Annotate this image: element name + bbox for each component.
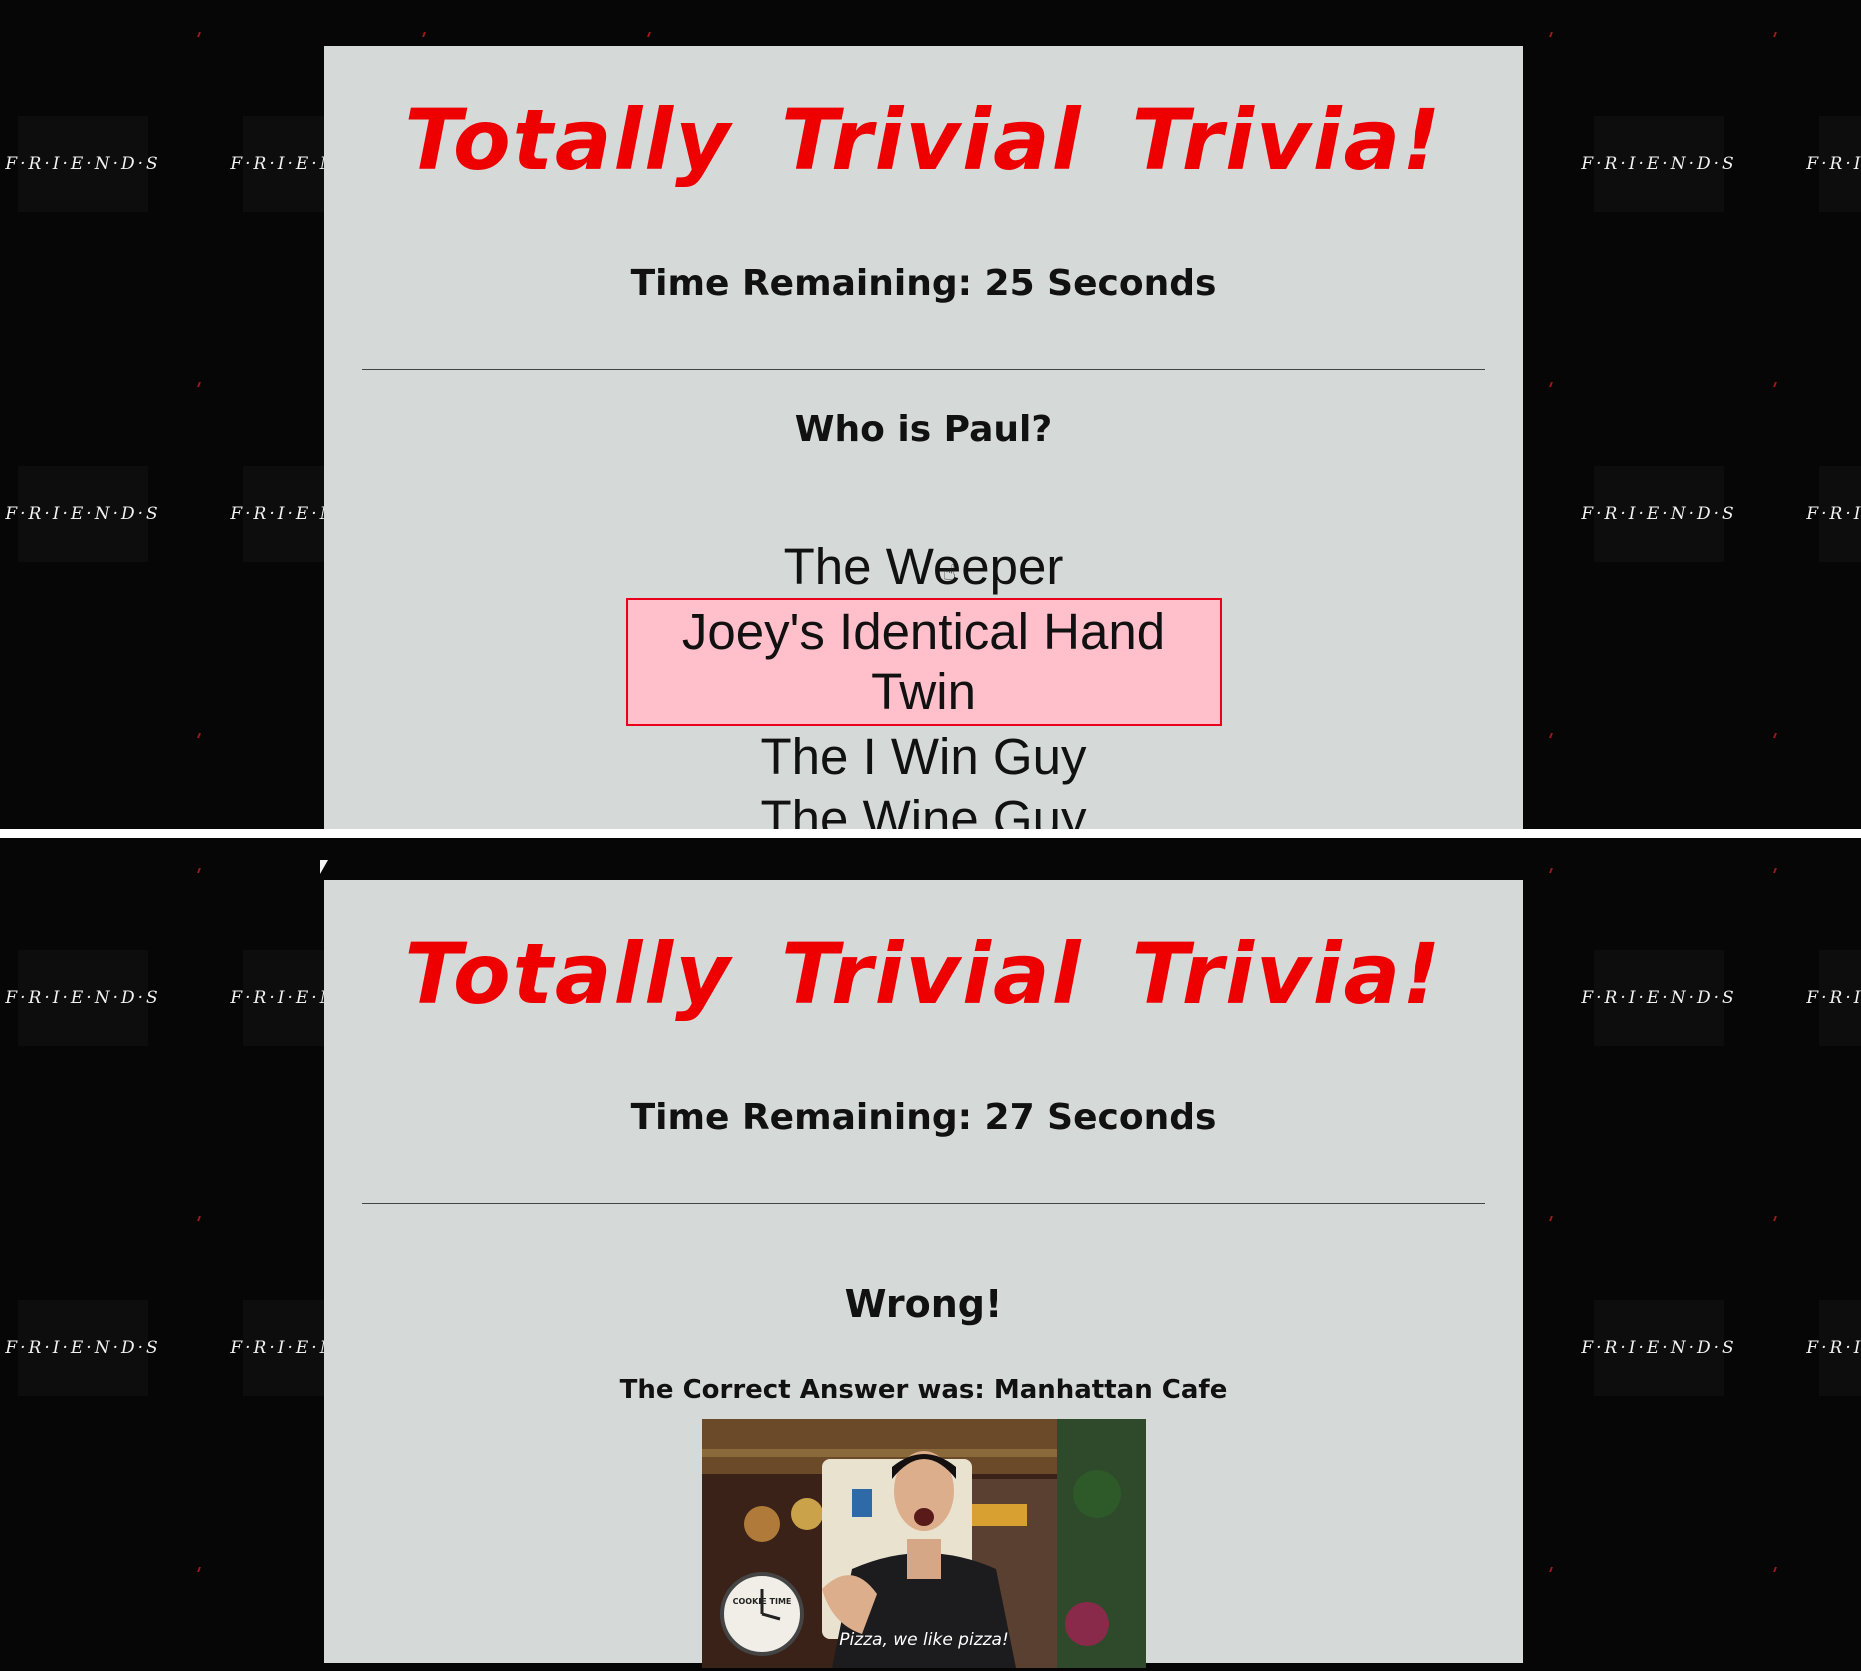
friends-logo-text: F·R·I·E·N·D·S	[1581, 154, 1737, 174]
divider	[362, 1203, 1485, 1204]
friends-logo-text: F·R·I·E·N·D·S	[5, 504, 161, 524]
friends-logo: F·R·I·E·N·D·S	[5, 1300, 158, 1396]
friends-logo-text: F·R·I·E·N·D·S	[1806, 988, 1861, 1008]
friends-logo-text: F·R·I·E·N·D·S	[1581, 1338, 1737, 1358]
logo-dot	[1549, 1216, 1553, 1221]
logo-dot	[1549, 382, 1553, 387]
game-title: Totally Trivial Trivia!	[404, 925, 1443, 1023]
game-title: Totally Trivial Trivia!	[404, 91, 1443, 189]
friends-logo: F·R·I·E·N·D·S	[1581, 950, 1734, 1046]
hand-cursor-icon: ☝	[943, 561, 957, 586]
result-heading: Wrong!	[844, 1282, 1003, 1326]
logo-dot	[422, 32, 426, 37]
friends-logo: F·R·I·E·N·D·S	[5, 950, 158, 1046]
question-text: Who is Paul?	[794, 409, 1053, 450]
logo-dot	[197, 382, 201, 387]
answer-option-hovered[interactable]: Joey's Identical Hand Twin	[625, 598, 1222, 726]
friends-logo: F·R·I·E·N·D·S	[1806, 1300, 1861, 1396]
logo-dot	[1773, 1216, 1777, 1221]
time-remaining: Time Remaining: 27 Seconds	[630, 1097, 1217, 1138]
friends-logo: F·R·I·E·N·D·S	[1806, 466, 1861, 562]
friends-logo-text: F·R·I·E·N·D·S	[5, 988, 161, 1008]
correct-answer-text: The Correct Answer was: Manhattan Cafe	[619, 1375, 1228, 1405]
friends-logo: F·R·I·E·N·D·S	[5, 466, 158, 562]
friends-logo: F·R·I·E·N·D·S	[1806, 116, 1861, 212]
arrow-cursor-icon	[320, 860, 328, 874]
friends-logo: F·R·I·E·N·D·S	[1581, 116, 1734, 212]
answer-option[interactable]: The Wine Guy	[626, 788, 1222, 829]
clock-label: COOKIE TIME	[732, 1597, 792, 1606]
time-remaining: Time Remaining: 25 Seconds	[630, 263, 1217, 304]
gif-caption: Pizza, we like pizza!	[839, 1630, 1009, 1650]
logo-dot	[197, 733, 201, 738]
trivia-panel: Totally Trivial Trivia! Time Remaining: …	[324, 46, 1523, 829]
logo-dot	[1773, 868, 1777, 873]
logo-dot	[1549, 733, 1553, 738]
logo-dot	[1773, 32, 1777, 37]
logo-dot	[1549, 32, 1553, 37]
result-screen: F·R·I·E·N·D·S F·R·I·E·N·D·S F·R·I·E·N·D·…	[0, 838, 1861, 1671]
friends-logo-text: F·R·I·E·N·D·S	[1806, 504, 1861, 524]
friends-logo: F·R·I·E·N·D·S	[1581, 466, 1734, 562]
answer-option[interactable]: The I Win Guy	[626, 726, 1222, 788]
friends-logo: F·R·I·E·N·D·S	[5, 116, 158, 212]
logo-dot	[197, 868, 201, 873]
logo-dot	[197, 1567, 201, 1572]
reaction-gif: Pizza, we like pizza! COOKIE TIME	[702, 1419, 1146, 1668]
logo-dot	[197, 32, 201, 37]
friends-logo-text: F·R·I·E·N·D·S	[5, 1338, 161, 1358]
friends-logo: F·R·I·E·N·D·S	[1806, 950, 1861, 1046]
friends-logo-text: F·R·I·E·N·D·S	[1806, 154, 1861, 174]
friends-logo-text: F·R·I·E·N·D·S	[1581, 988, 1737, 1008]
friends-logo: F·R·I·E·N·D·S	[1581, 1300, 1734, 1396]
trivia-panel: Totally Trivial Trivia! Time Remaining: …	[324, 880, 1523, 1668]
logo-dot	[1773, 733, 1777, 738]
friends-logo-text: F·R·I·E·N·D·S	[1581, 504, 1737, 524]
logo-dot	[197, 1216, 201, 1221]
friends-logo-text: F·R·I·E·N·D·S	[1806, 1338, 1861, 1358]
divider	[362, 369, 1485, 370]
logo-dot	[1773, 1567, 1777, 1572]
logo-dot	[647, 32, 651, 37]
logo-dot	[1549, 868, 1553, 873]
answer-option[interactable]: The Weeper	[626, 536, 1222, 598]
answer-list: The Weeper Joey's Identical Hand Twin Th…	[324, 536, 1523, 829]
friends-logo-text: F·R·I·E·N·D·S	[5, 154, 161, 174]
logo-dot	[1773, 382, 1777, 387]
question-screen: F·R·I·E·N·D·S F·R·I·E·N·D·S F·R·I·E·N·D·…	[0, 0, 1861, 829]
logo-dot	[1549, 1567, 1553, 1572]
